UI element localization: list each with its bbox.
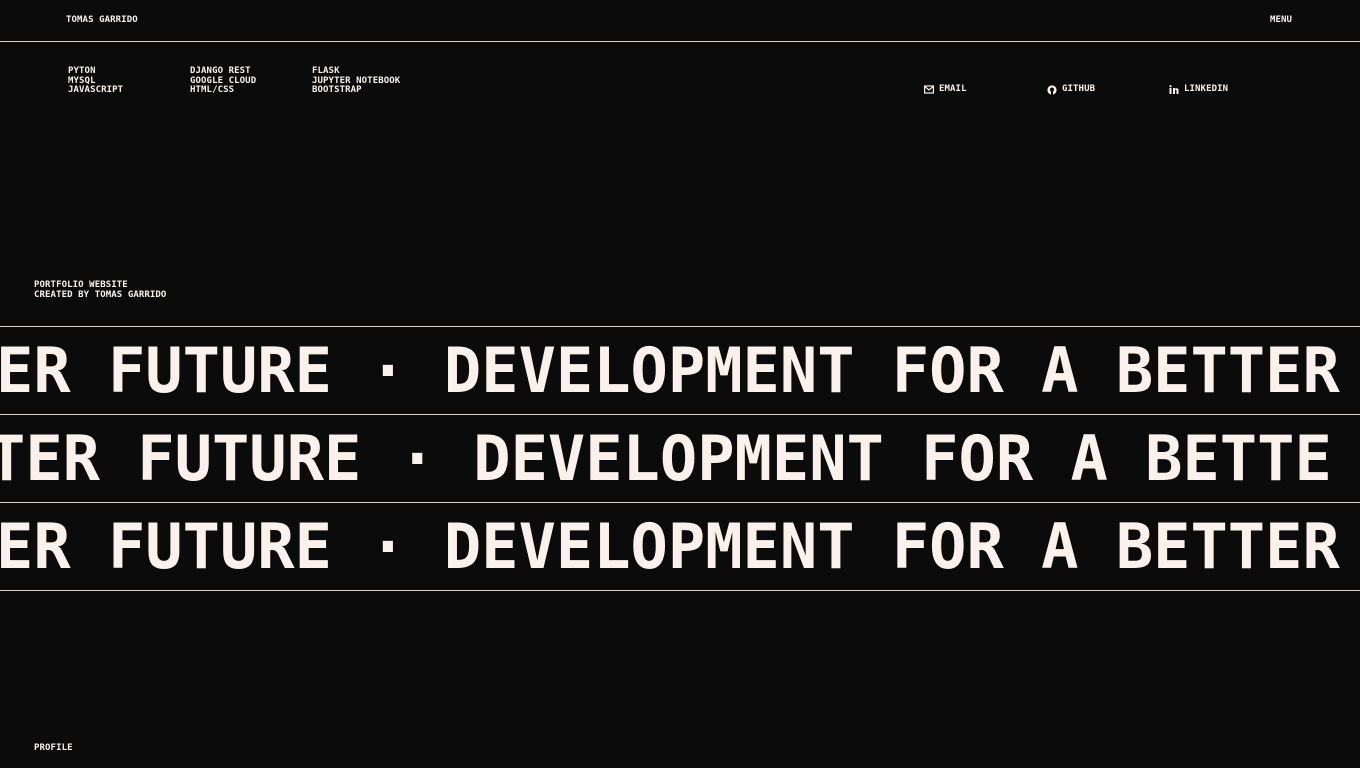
linkedin-icon xyxy=(1169,85,1179,95)
skills-column-1: PYTON MYSQL JAVASCRIPT xyxy=(68,66,124,96)
email-label: EMAIL xyxy=(939,84,967,94)
skill-item: HTML/CSS xyxy=(190,85,235,95)
linkedin-link[interactable]: LINKEDIN xyxy=(1169,84,1229,95)
marquee-band-2: TER FUTURE · DEVELOPMENT FOR A BETTE xyxy=(0,414,1360,502)
brand-name[interactable]: TOMAS GARRIDO xyxy=(66,15,138,26)
marquee-text: TER FUTURE · DEVELOPMENT FOR A BETTE xyxy=(0,421,1332,495)
marquee-text: ER FUTURE · DEVELOPMENT FOR A BETTER xyxy=(0,509,1340,583)
marquee-band-1: ER FUTURE · DEVELOPMENT FOR A BETTER xyxy=(0,326,1360,414)
site-info-line: CREATED BY TOMAS GARRIDO xyxy=(34,289,167,300)
envelope-icon xyxy=(924,85,934,94)
skill-item: BOOTSTRAP xyxy=(312,85,362,95)
github-link[interactable]: GITHUB xyxy=(1047,85,1095,95)
github-label: GITHUB xyxy=(1062,84,1096,95)
marquee-text: ER FUTURE · DEVELOPMENT FOR A BETTER xyxy=(0,333,1340,407)
skills-column-3: FLASK JUPYTER NOTEBOOK BOOTSTRAP xyxy=(312,66,400,96)
github-icon xyxy=(1047,85,1057,95)
linkedin-label: LINKEDIN xyxy=(1184,84,1229,94)
header-divider xyxy=(0,41,1360,42)
skill-item: JAVASCRIPT xyxy=(68,85,124,95)
profile-link[interactable]: PROFILE xyxy=(34,743,73,754)
email-link[interactable]: EMAIL xyxy=(924,84,967,95)
skills-column-2: DJANGO REST GOOGLE CLOUD HTML/CSS xyxy=(190,66,256,96)
menu-button[interactable]: MENU xyxy=(1270,15,1292,26)
site-info: PORTFOLIO WEBSITE CREATED BY TOMAS GARRI… xyxy=(34,280,167,300)
marquee-band-3: ER FUTURE · DEVELOPMENT FOR A BETTER xyxy=(0,502,1360,591)
